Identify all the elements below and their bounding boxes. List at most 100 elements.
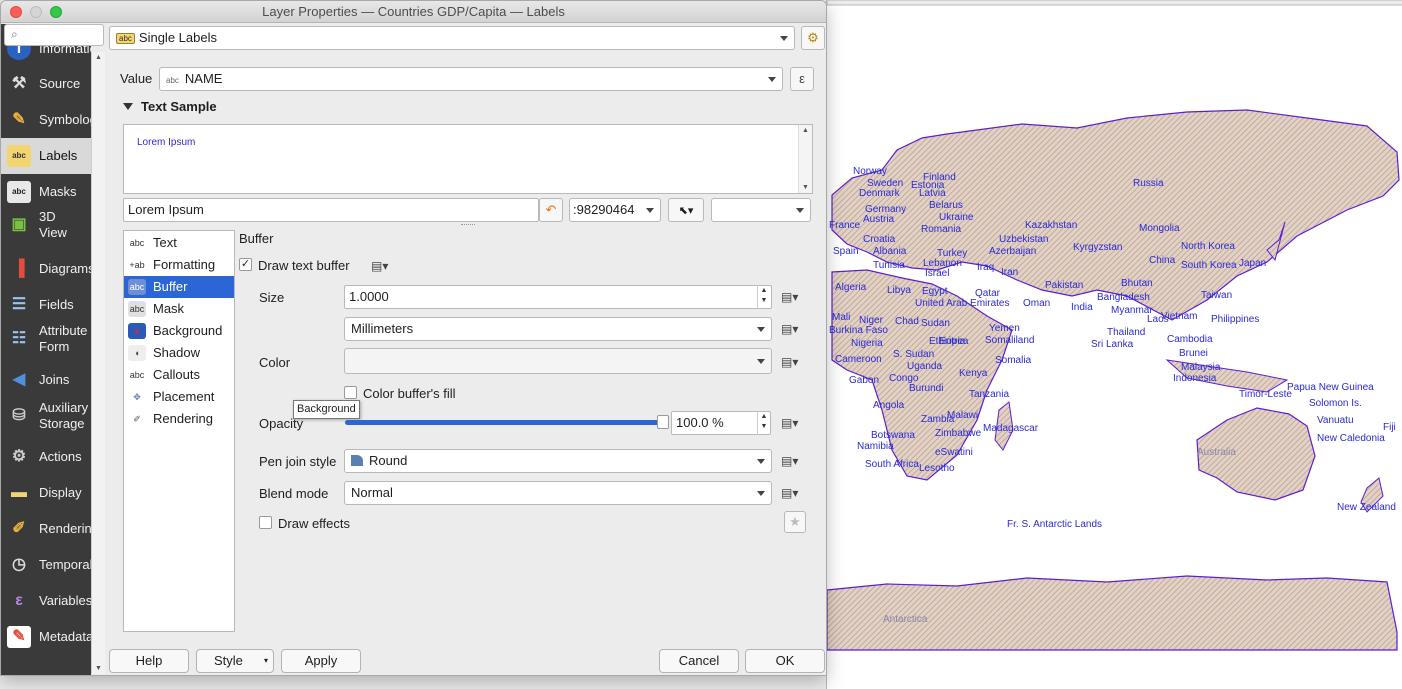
sidebar-item-fields[interactable]: ☰ Fields bbox=[1, 287, 91, 323]
sample-text-input[interactable]: Lorem Ipsum bbox=[123, 198, 539, 222]
apply-button[interactable]: Apply bbox=[281, 649, 361, 673]
value-field-name: NAME bbox=[184, 71, 223, 86]
tab-callouts[interactable]: abc Callouts bbox=[124, 364, 234, 386]
antarctica-shape bbox=[827, 575, 1398, 651]
tab-text[interactable]: abc Text bbox=[124, 232, 234, 254]
size-label: Size bbox=[259, 290, 285, 305]
color-data-defined-button[interactable]: ▤▾ bbox=[781, 352, 807, 372]
labels-mode-combo[interactable]: abc Single Labels bbox=[109, 26, 795, 50]
map-scale-button[interactable]: ⬉▾ bbox=[668, 198, 704, 222]
sidebar-item-labels[interactable]: abc Labels bbox=[1, 138, 91, 174]
blend-data-defined-button[interactable]: ▤▾ bbox=[781, 483, 807, 503]
background-color-combo[interactable] bbox=[711, 198, 811, 222]
close-window-button[interactable] bbox=[10, 6, 22, 18]
unit-data-defined-button[interactable]: ▤▾ bbox=[781, 319, 807, 339]
help-button[interactable]: Help bbox=[109, 649, 189, 673]
sidebar-item-source[interactable]: ⚒ Source bbox=[1, 66, 91, 102]
sidebar-item-masks[interactable]: abc Masks bbox=[1, 174, 91, 210]
minimize-window-button[interactable] bbox=[30, 6, 42, 18]
map-label: Malaysia bbox=[1181, 362, 1221, 373]
paintbrush-icon: ✐ bbox=[12, 520, 26, 537]
sidebar-item-metadata[interactable]: ✎ Metadata bbox=[1, 619, 91, 655]
ok-button[interactable]: OK bbox=[745, 649, 825, 673]
window-title: Layer Properties — Countries GDP/Capita … bbox=[262, 4, 565, 19]
scroll-down-icon: ▼ bbox=[95, 665, 102, 672]
cancel-button[interactable]: Cancel bbox=[659, 649, 739, 673]
reset-sample-button[interactable]: ↶ bbox=[539, 198, 563, 222]
scale-combo[interactable]: :98290464 bbox=[569, 198, 661, 222]
tab-buffer[interactable]: abc Buffer bbox=[124, 276, 234, 298]
tab-shadow[interactable]: ◖ Shadow bbox=[124, 342, 234, 364]
map-label: Bhutan bbox=[1121, 278, 1153, 289]
size-unit-combo[interactable]: Millimeters bbox=[344, 317, 772, 341]
blend-mode-combo[interactable]: Normal bbox=[344, 481, 772, 505]
zoom-window-button[interactable] bbox=[50, 6, 62, 18]
sidebar-item-actions[interactable]: ⚙ Actions bbox=[1, 439, 91, 475]
masks-abc-icon: abc bbox=[7, 181, 31, 203]
tab-formatting[interactable]: +ab Formatting bbox=[124, 254, 234, 276]
sidebar-scrollbar[interactable]: ▲ ▼ bbox=[91, 52, 105, 674]
sidebar-item-symbology[interactable]: ✎ Symbology bbox=[1, 102, 91, 138]
draw-effects-checkbox[interactable] bbox=[259, 516, 272, 529]
buffer-color-button[interactable] bbox=[344, 348, 772, 374]
splitter-handle[interactable] bbox=[461, 224, 475, 225]
sidebar-item-label: Source bbox=[39, 76, 81, 91]
sidebar-item-label: Fields bbox=[39, 297, 74, 312]
sidebar-item-diagrams[interactable]: ▐ Diagrams bbox=[1, 251, 91, 287]
sidebar-item-attribute[interactable]: ☷ Attribute Form bbox=[1, 321, 91, 357]
map-label: Tanzania bbox=[969, 389, 1009, 400]
tab-placement[interactable]: ✥ Placement bbox=[124, 386, 234, 408]
size-spinner[interactable]: ▲ ▼ bbox=[757, 285, 770, 309]
sidebar-item-display[interactable]: ▬ Display bbox=[1, 475, 91, 511]
map-label: Spain bbox=[833, 246, 859, 257]
pen-join-combo[interactable]: Round bbox=[344, 449, 772, 473]
map-label: eSwatini bbox=[935, 447, 973, 458]
tab-mask[interactable]: abc Mask bbox=[124, 298, 234, 320]
map-label: Sri Lanka bbox=[1091, 339, 1134, 350]
sidebar-item-auxiliary[interactable]: ⛁ Auxiliary Storage bbox=[1, 398, 91, 434]
color-buffer-fill-checkbox[interactable] bbox=[344, 386, 357, 399]
map-label: South Korea bbox=[1181, 260, 1237, 271]
scroll-up-icon: ▲ bbox=[802, 127, 809, 134]
tab-label: Shadow bbox=[153, 345, 200, 360]
size-data-defined-button[interactable]: ▤▾ bbox=[781, 287, 807, 307]
text-sample-header[interactable]: Text Sample bbox=[123, 99, 217, 114]
sidebar-item-rendering[interactable]: ✐ Rendering bbox=[1, 511, 91, 547]
map-label: South Africa bbox=[865, 459, 919, 470]
world-map: NorwayFinlandSweden EstoniaDenmark LatviaG… bbox=[827, 0, 1402, 651]
opacity-input[interactable]: 100.0 % bbox=[671, 411, 771, 435]
chevron-down-icon bbox=[768, 77, 776, 82]
sidebar-item-temporal[interactable]: ◷ Temporal bbox=[1, 547, 91, 583]
auto-placement-button[interactable]: ⚙ bbox=[801, 26, 825, 50]
opacity-spinner[interactable]: ▲ ▼ bbox=[757, 411, 770, 435]
map-label: Ethiopia bbox=[929, 336, 966, 347]
sidebar-item-variables[interactable]: ε Variables bbox=[1, 583, 91, 619]
scale-value: :98290464 bbox=[573, 202, 635, 217]
diagrams-icon: ▐ bbox=[13, 260, 25, 277]
expression-button[interactable]: ε bbox=[790, 67, 814, 91]
map-label: Laos bbox=[1147, 314, 1169, 325]
tab-background[interactable]: ● Background bbox=[124, 320, 234, 342]
tab-rendering[interactable]: ✐ Rendering bbox=[124, 408, 234, 430]
opacity-slider[interactable] bbox=[345, 415, 669, 429]
sidebar-item-label: Joins bbox=[39, 372, 70, 387]
opacity-data-defined-button[interactable]: ▤▾ bbox=[781, 413, 807, 433]
value-field-combo[interactable]: abc NAME bbox=[159, 67, 783, 91]
map-canvas[interactable]: Norway Finland Sweden Estonia Denmark Latvia G… bbox=[826, 0, 1402, 689]
sidebar-item-label: Labels bbox=[39, 148, 78, 163]
pen-join-data-defined-button[interactable]: ▤▾ bbox=[781, 451, 807, 471]
preview-scrollbar[interactable]: ▲ ▼ bbox=[798, 125, 812, 193]
sidebar-item-joins[interactable]: ◀ Joins bbox=[1, 362, 91, 398]
draw-text-buffer-checkbox[interactable]: ✓ bbox=[239, 258, 252, 271]
data-defined-override-button[interactable]: ▤▾ bbox=[371, 256, 397, 276]
map-label: Denmark bbox=[859, 188, 901, 199]
sidebar-search-input[interactable]: ⌕ bbox=[4, 24, 104, 46]
effects-settings-button[interactable]: ★ bbox=[784, 511, 806, 533]
size-input[interactable]: 1.0000 bbox=[344, 285, 772, 309]
title-bar[interactable]: Layer Properties — Countries GDP/Capita … bbox=[1, 1, 826, 23]
style-menu-button[interactable]: Style ▾ bbox=[196, 649, 274, 673]
map-label: Vanuatu bbox=[1317, 415, 1354, 426]
sidebar-item-3d[interactable]: ▣ 3D View bbox=[1, 207, 91, 243]
map-label: Israel bbox=[925, 268, 949, 279]
opacity-slider-handle[interactable] bbox=[657, 415, 669, 429]
